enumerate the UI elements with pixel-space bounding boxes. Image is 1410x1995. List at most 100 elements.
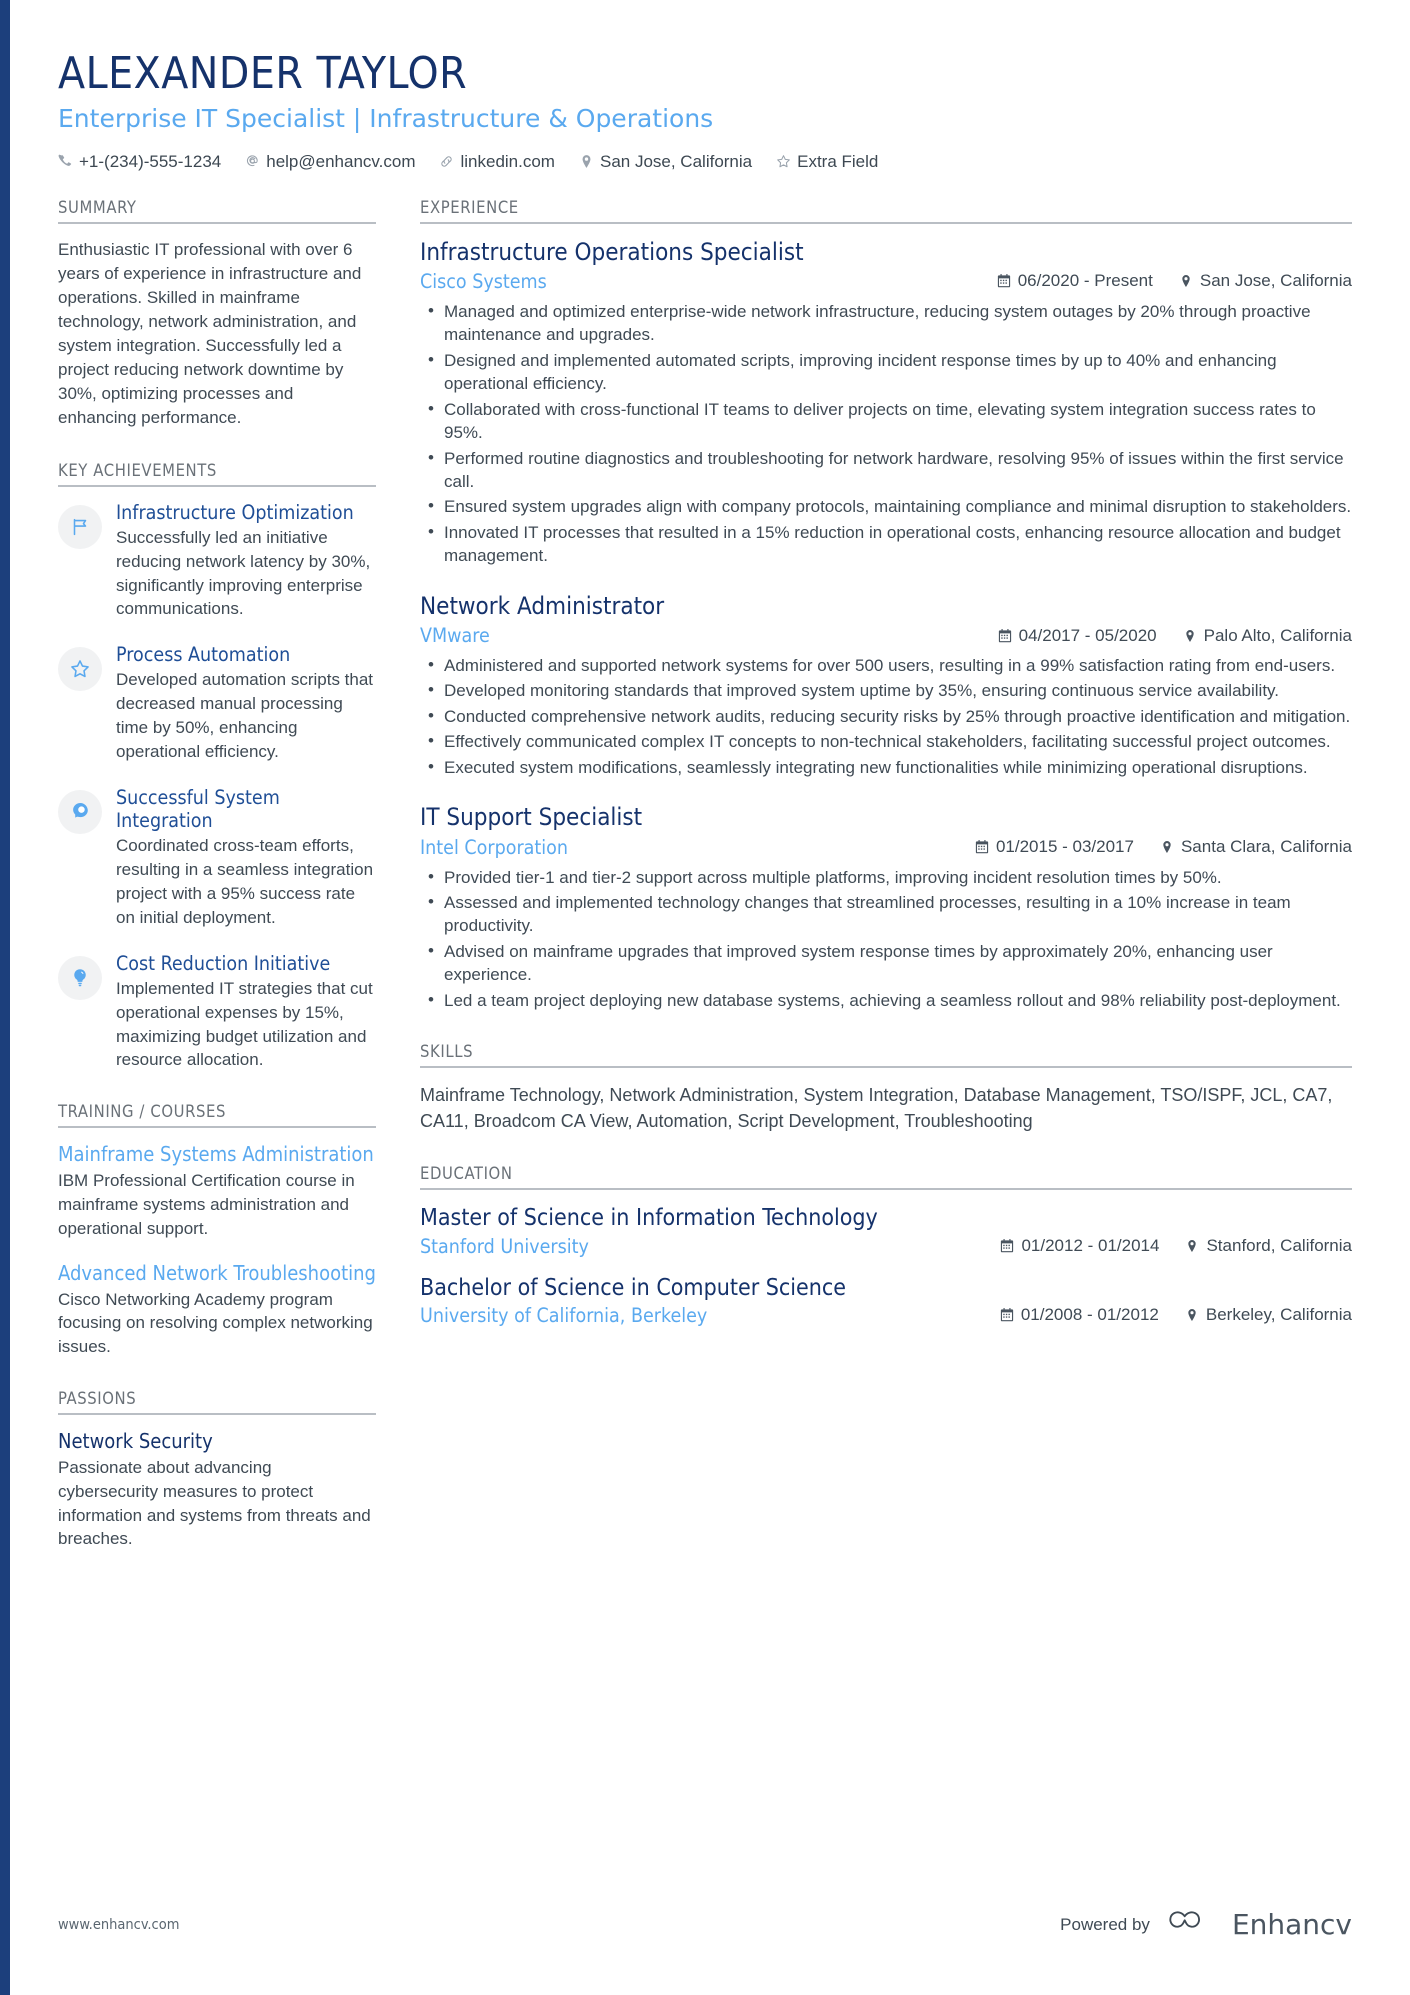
job-company: Intel Corporation <box>420 835 569 859</box>
education-item: Bachelor of Science in Computer Science … <box>420 1274 1352 1327</box>
job-bullet: Ensured system upgrades align with compa… <box>428 494 1352 518</box>
passion-item: Network Security Passionate about advanc… <box>58 1429 376 1551</box>
section-summary: SUMMARY Enthusiastic IT professional wit… <box>58 198 376 431</box>
experience-item: Network Administrator VMware 04/2017 - 0… <box>420 592 1352 780</box>
resume-body: SUMMARY Enthusiastic IT professional wit… <box>58 198 1352 1582</box>
phone-icon <box>58 154 73 169</box>
contact-extra-field[interactable]: Extra Field <box>776 152 878 172</box>
job-role: IT Support Specialist <box>420 803 643 832</box>
job-bullet: Led a team project deploying new databas… <box>428 988 1352 1012</box>
section-title-key-achievements: KEY ACHIEVEMENTS <box>58 461 376 487</box>
training-desc: Cisco Networking Academy program focusin… <box>58 1289 373 1357</box>
achievement-item: Successful System Integration Coordinate… <box>58 786 376 930</box>
training-item: Mainframe Systems Administration IBM Pro… <box>58 1142 376 1240</box>
contact-email-text: help@enhancv.com <box>266 151 416 171</box>
resume-page: ALEXANDER TAYLOR Enterprise IT Specialis… <box>0 0 1410 1995</box>
achievement-icon-wrap <box>58 955 102 1000</box>
powered-by-label: Powered by <box>1060 1914 1150 1934</box>
location-pin-icon <box>1185 1308 1199 1322</box>
education-school: Stanford University <box>420 1234 589 1258</box>
contact-email[interactable]: help@enhancv.com <box>245 152 415 172</box>
contact-location-text: San Jose, California <box>599 151 753 171</box>
achievement-item: Infrastructure Optimization Successfully… <box>58 501 376 622</box>
achievement-desc: Developed automation scripts that decrea… <box>116 670 374 761</box>
achievement-item: Process Automation Developed automation … <box>58 643 376 764</box>
section-experience: EXPERIENCE Infrastructure Operations Spe… <box>420 198 1352 1013</box>
achievement-icon-wrap <box>58 789 102 834</box>
job-company: Cisco Systems <box>420 269 547 293</box>
job-location-text: Santa Clara, California <box>1180 837 1352 857</box>
head-idea-icon <box>69 801 91 823</box>
job-bullet: Advised on mainframe upgrades that impro… <box>428 939 1352 987</box>
calendar-icon <box>975 840 989 854</box>
star-icon <box>776 154 791 169</box>
achievement-desc: Successfully led an initiative reducing … <box>116 527 371 619</box>
education-dates: 01/2008 - 01/2012 <box>1000 1305 1159 1325</box>
calendar-icon <box>997 274 1011 288</box>
job-bullet: Administered and supported network syste… <box>428 653 1352 677</box>
section-title-skills: SKILLS <box>420 1042 1352 1069</box>
job-role: Infrastructure Operations Specialist <box>420 237 804 266</box>
education-dates-text: 01/2012 - 01/2014 <box>1021 1236 1160 1256</box>
education-location-text: Stanford, California <box>1206 1236 1352 1256</box>
contact-link[interactable]: linkedin.com <box>439 152 555 172</box>
location-pin-icon <box>1183 629 1197 643</box>
job-bullets: Provided tier-1 and tier-2 support acros… <box>420 865 1352 1013</box>
section-title-education: EDUCATION <box>420 1164 1352 1191</box>
experience-item: IT Support Specialist Intel Corporation … <box>420 803 1352 1012</box>
left-accent-bar <box>0 0 10 1995</box>
location-pin-icon <box>1160 840 1174 854</box>
training-title: Advanced Network Troubleshooting <box>58 1260 376 1285</box>
job-location: San Jose, California <box>1179 271 1352 291</box>
job-role: Network Administrator <box>420 591 665 620</box>
contact-row: +1-(234)-555-1234 help@enhancv.com linke… <box>58 152 1352 172</box>
job-bullet: Conducted comprehensive network audits, … <box>428 704 1352 728</box>
page-title: ALEXANDER TAYLOR <box>58 48 468 99</box>
location-pin-icon <box>579 154 594 169</box>
education-item: Master of Science in Information Technol… <box>420 1204 1352 1257</box>
job-bullet: Designed and implemented automated scrip… <box>428 348 1352 396</box>
job-bullet: Performed routine diagnostics and troubl… <box>428 446 1352 494</box>
right-column: EXPERIENCE Infrastructure Operations Spe… <box>420 198 1352 1357</box>
job-bullet: Developed monitoring standards that impr… <box>428 678 1352 702</box>
flag-icon <box>69 516 91 538</box>
enhancv-wordmark: Enhancv <box>1231 1908 1352 1941</box>
achievement-icon-wrap <box>58 647 102 692</box>
education-dates: 01/2012 - 01/2014 <box>1000 1236 1159 1256</box>
education-dates-text: 01/2008 - 01/2012 <box>1020 1305 1159 1325</box>
job-bullet: Collaborated with cross-functional IT te… <box>428 397 1352 445</box>
footer-url[interactable]: www.enhancv.com <box>58 1917 179 1933</box>
job-dates: 04/2017 - 05/2020 <box>998 626 1157 646</box>
calendar-icon <box>998 628 1012 643</box>
contact-phone[interactable]: +1-(234)-555-1234 <box>58 152 221 172</box>
job-location-text: San Jose, California <box>1199 271 1352 291</box>
summary-text: Enthusiastic IT professional with over 6… <box>58 239 362 428</box>
achievement-icon-wrap <box>58 504 102 549</box>
achievement-desc: Coordinated cross-team efforts, resultin… <box>116 836 374 927</box>
enhancv-brand: Enhancv <box>1166 1906 1352 1943</box>
job-bullet: Innovated IT processes that resulted in … <box>428 520 1352 568</box>
job-dates-text: 01/2015 - 03/2017 <box>995 837 1134 857</box>
contact-link-text: linkedin.com <box>460 151 555 171</box>
education-location: Stanford, California <box>1185 1236 1352 1256</box>
experience-item: Infrastructure Operations Specialist Cis… <box>420 238 1352 568</box>
section-education: EDUCATION Master of Science in Informati… <box>420 1164 1352 1327</box>
location-pin-icon <box>1185 1239 1199 1253</box>
job-bullet: Managed and optimized enterprise-wide ne… <box>428 299 1352 347</box>
lightbulb-icon <box>69 967 91 989</box>
section-passions: PASSIONS Network Security Passionate abo… <box>58 1389 376 1551</box>
training-title: Mainframe Systems Administration <box>58 1142 374 1167</box>
resume-header: ALEXANDER TAYLOR Enterprise IT Specialis… <box>58 50 1352 172</box>
calendar-icon <box>1000 1308 1014 1322</box>
section-title-training-courses: TRAINING / COURSES <box>58 1102 376 1129</box>
training-item: Advanced Network Troubleshooting Cisco N… <box>58 1261 376 1359</box>
education-location: Berkeley, California <box>1185 1305 1352 1325</box>
section-training-courses: TRAINING / COURSES Mainframe Systems Adm… <box>58 1102 376 1359</box>
education-location-text: Berkeley, California <box>1205 1305 1352 1325</box>
job-bullet: Provided tier-1 and tier-2 support acros… <box>428 865 1352 889</box>
location-pin-icon <box>1179 274 1193 288</box>
skills-text: Mainframe Technology, Network Administra… <box>420 1085 1333 1132</box>
contact-location[interactable]: San Jose, California <box>579 152 752 172</box>
achievement-desc: Implemented IT strategies that cut opera… <box>116 979 373 1070</box>
calendar-icon <box>1000 1239 1014 1253</box>
